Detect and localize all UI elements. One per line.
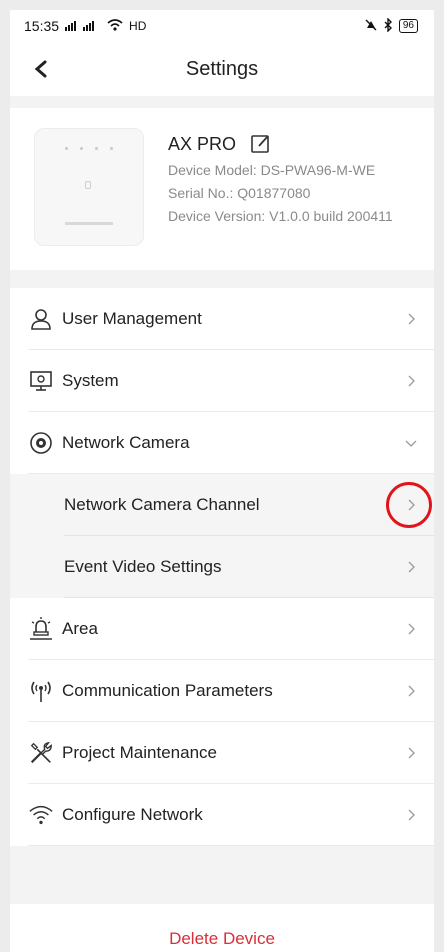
device-image — [34, 128, 144, 246]
device-version: Device Version: V1.0.0 build 200411 — [168, 208, 393, 224]
menu-label: Project Maintenance — [62, 743, 217, 762]
page-title: Settings — [185, 57, 259, 80]
menu-item-event-video-settings[interactable]: Event Video Settings — [10, 536, 434, 598]
header-bar: Settings — [10, 42, 434, 96]
chevron-right-icon — [408, 685, 415, 697]
section-spacer — [10, 846, 434, 904]
menu-label: Network Camera — [62, 433, 190, 452]
wifi-icon — [28, 802, 54, 828]
settings-menu: User Management System Network Camera Ne… — [10, 288, 434, 846]
menu-item-communication-parameters[interactable]: Communication Parameters — [10, 660, 434, 722]
chevron-right-icon — [408, 375, 415, 387]
menu-item-project-maintenance[interactable]: Project Maintenance — [10, 722, 434, 784]
status-time: 15:35 — [24, 18, 60, 34]
device-serial: Serial No.: Q01877080 — [168, 185, 311, 201]
wifi-status-icon — [107, 18, 123, 34]
chevron-right-icon — [408, 561, 415, 573]
edit-icon — [251, 135, 269, 153]
menu-label: System — [62, 371, 119, 390]
tools-icon — [28, 740, 54, 766]
delete-device-button[interactable]: Delete Device — [169, 929, 275, 949]
chevron-right-icon — [408, 623, 415, 635]
area-icon — [28, 616, 54, 642]
battery-indicator: 96 — [398, 19, 418, 33]
cell-signal-icon — [65, 18, 101, 34]
device-card: AX PRO Device Model: DS-PWA96-M-WE Seria… — [10, 108, 434, 270]
menu-item-configure-network[interactable]: Configure Network — [10, 784, 434, 846]
device-model: Device Model: DS-PWA96-M-WE — [168, 162, 376, 178]
chevron-right-icon — [408, 809, 415, 821]
device-name: AX PRO — [168, 133, 237, 154]
app-frame: 15:35 HD 96 Settings AX PRO Device Model… — [10, 10, 434, 952]
menu-label: Configure Network — [62, 805, 203, 824]
menu-item-system[interactable]: System — [10, 350, 434, 412]
menu-item-area[interactable]: Area — [10, 598, 434, 660]
menu-label: Communication Parameters — [62, 681, 273, 700]
chevron-right-icon — [408, 747, 415, 759]
antenna-icon — [28, 678, 54, 704]
delete-area: Delete Device — [10, 904, 434, 952]
menu-item-network-camera-channel[interactable]: Network Camera Channel — [10, 474, 434, 536]
menu-label: Area — [62, 619, 98, 638]
menu-item-network-camera[interactable]: Network Camera — [10, 412, 434, 474]
status-bar: 15:35 HD 96 — [10, 10, 434, 42]
menu-label: User Management — [62, 309, 202, 328]
highlight-circle — [386, 482, 432, 528]
network-type: HD — [129, 19, 147, 33]
chevron-left-icon — [34, 60, 47, 78]
edit-name-button[interactable] — [248, 131, 274, 157]
menu-label: Network Camera Channel — [64, 495, 260, 514]
user-icon — [28, 306, 54, 332]
menu-label: Event Video Settings — [64, 557, 222, 576]
chevron-down-icon — [405, 440, 417, 447]
mute-icon — [365, 19, 377, 34]
camera-icon — [28, 430, 54, 456]
system-icon — [28, 368, 54, 394]
back-button[interactable] — [26, 54, 56, 84]
chevron-right-icon — [408, 313, 415, 325]
menu-item-user-management[interactable]: User Management — [10, 288, 434, 350]
bluetooth-icon — [383, 16, 393, 35]
